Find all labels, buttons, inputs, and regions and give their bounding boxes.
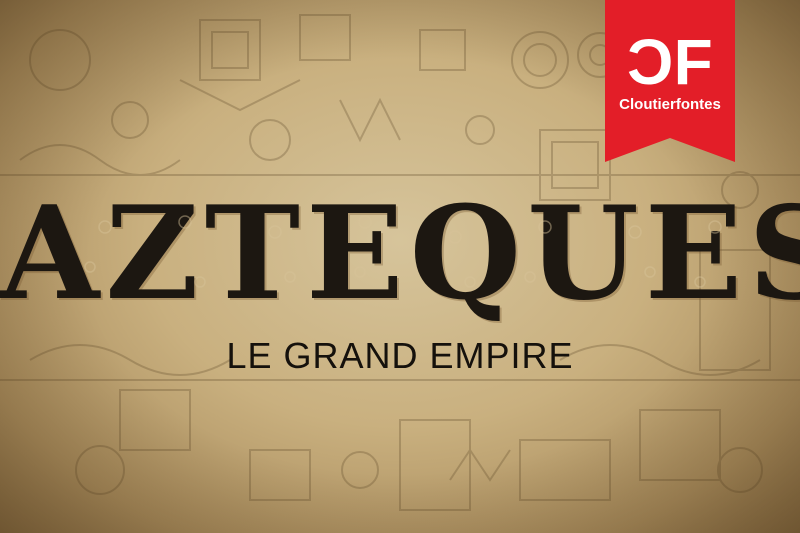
poster-subtitle: LE GRAND EMPIRE [226,335,574,376]
brand-name: Cloutierfontes [619,96,721,113]
brand-ribbon[interactable]: CF Cloutierfontes [605,0,735,162]
logo-letter-c: C [633,26,674,98]
logo-letter-f: F [673,26,713,98]
poster-canvas: AZTEQUES LE GRAND EMPIRE CF Cloutierfont… [0,0,800,533]
poster-title: AZTEQUES [0,179,800,329]
cloutierfontes-logo: CF [605,26,735,98]
